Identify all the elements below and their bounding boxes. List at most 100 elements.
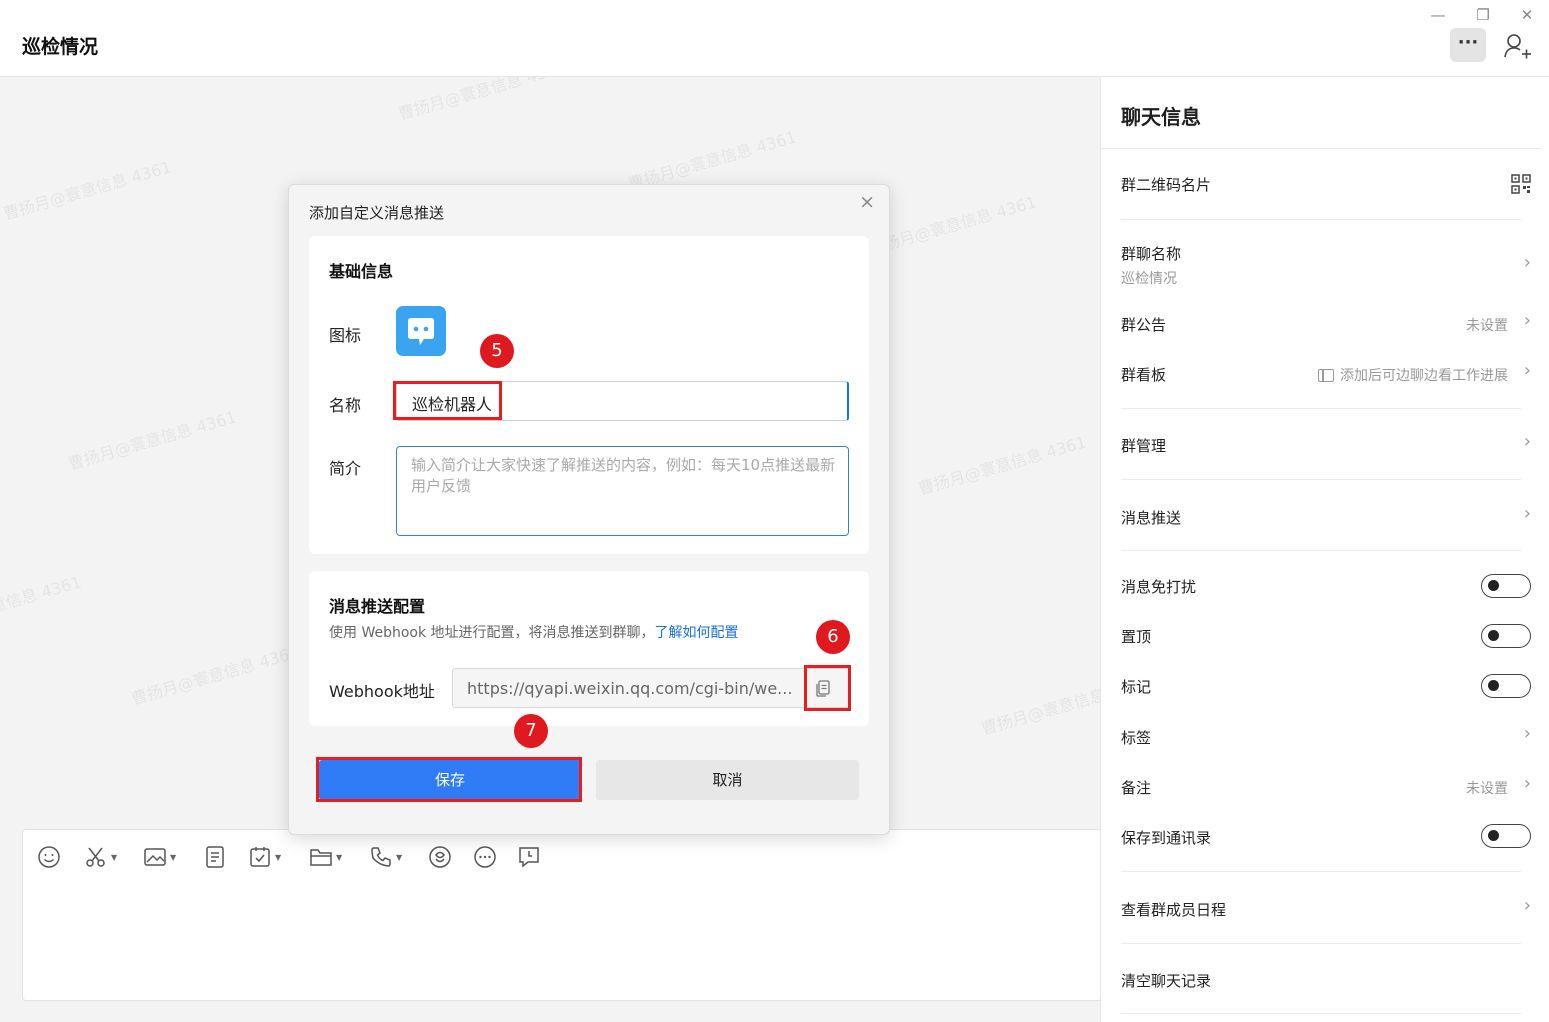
watermark: 曹扬月@寰意信息 4361 xyxy=(396,77,569,124)
dnd-toggle[interactable] xyxy=(1481,574,1531,598)
add-member-icon[interactable] xyxy=(1502,31,1532,61)
step-6-badge: 6 xyxy=(816,620,850,654)
divider xyxy=(1121,1013,1521,1014)
mark-label: 标记 xyxy=(1121,678,1152,696)
panel-title: 聊天信息 xyxy=(1121,105,1201,129)
divider xyxy=(1121,943,1521,944)
chat-title: 巡检情况 xyxy=(22,36,99,58)
chevron-down-icon: ▼ xyxy=(396,852,403,862)
scissors-icon xyxy=(86,847,105,867)
save-contacts-toggle[interactable] xyxy=(1481,824,1531,848)
push-config-desc: 使用 Webhook 地址进行配置，将消息推送到群聊，了解如何配置 xyxy=(329,622,739,642)
announcement-label[interactable]: 群公告 xyxy=(1121,314,1166,335)
tags-label[interactable]: 标签 xyxy=(1121,727,1151,748)
board-value: 添加后可边聊边看工作进展 xyxy=(1318,365,1508,385)
emoji-icon xyxy=(38,846,60,868)
meeting-icon xyxy=(429,846,451,868)
chevron-right-icon[interactable]: › xyxy=(1524,895,1531,916)
chevron-right-icon[interactable]: › xyxy=(1524,431,1531,452)
chevron-right-icon[interactable]: › xyxy=(1524,773,1531,794)
intro-textarea[interactable]: 输入简介让大家快速了解推送的内容，例如：每天10点推送最新用户反馈 xyxy=(396,446,849,536)
cancel-button[interactable]: 取消 xyxy=(596,760,859,800)
chevron-down-icon: ▼ xyxy=(336,852,343,862)
emoji-tool[interactable] xyxy=(37,843,61,871)
chat-history-icon xyxy=(519,847,539,868)
divider xyxy=(1121,219,1521,220)
meeting-tool[interactable] xyxy=(428,843,452,871)
remark-label[interactable]: 备注 xyxy=(1121,777,1151,798)
clear-history-label[interactable]: 清空聊天记录 xyxy=(1121,970,1211,991)
chat-bubble-icon xyxy=(408,318,434,345)
divider xyxy=(1121,408,1521,409)
intro-label: 简介 xyxy=(329,459,362,478)
watermark: 曹扬月@寰意信息 4361 xyxy=(979,672,1100,739)
divider xyxy=(1121,550,1521,551)
webhook-label: Webhook地址 xyxy=(329,682,435,701)
image-tool[interactable]: ▼ xyxy=(143,843,176,871)
qr-card-label[interactable]: 群二维码名片 xyxy=(1121,174,1211,195)
robot-app-icon[interactable] xyxy=(396,306,446,356)
save-contacts-label: 保存到通讯录 xyxy=(1121,829,1212,847)
chevron-down-icon: ▼ xyxy=(170,852,177,862)
close-icon[interactable]: × xyxy=(859,191,875,213)
chevron-right-icon[interactable]: › xyxy=(1524,723,1531,744)
remark-value: 未设置 xyxy=(1466,781,1508,797)
highlight-name-input xyxy=(393,381,502,420)
call-tool[interactable]: ▼ xyxy=(369,843,402,871)
divider xyxy=(1121,479,1521,480)
title-bar: 巡检情况 — ❐ ✕ ··· xyxy=(0,0,1549,77)
dialog-title: 添加自定义消息推送 xyxy=(309,204,445,222)
push-config-title: 消息推送配置 xyxy=(329,597,426,616)
watermark: 曹扬月@寰意信息 4361 xyxy=(0,572,84,639)
how-to-config-link[interactable]: 了解如何配置 xyxy=(655,625,739,641)
history-tool[interactable] xyxy=(517,843,541,871)
group-name-value: 巡检情况 xyxy=(1121,271,1177,287)
chevron-right-icon[interactable]: › xyxy=(1524,310,1531,331)
board-hint: 添加后可边聊边看工作进展 xyxy=(1340,368,1508,384)
step-7-badge: 7 xyxy=(514,714,548,748)
member-schedule-label[interactable]: 查看群成员日程 xyxy=(1121,899,1226,920)
pin-toggle[interactable] xyxy=(1481,624,1531,648)
screenshot-tool[interactable]: ▼ xyxy=(84,843,117,871)
message-push-label[interactable]: 消息推送 xyxy=(1121,507,1181,528)
image-icon xyxy=(144,848,166,866)
watermark: 曹扬月@寰意信息 4361 xyxy=(866,192,1039,259)
minimize-icon[interactable]: — xyxy=(1427,4,1449,26)
pin-label: 置顶 xyxy=(1121,628,1152,646)
board-label[interactable]: 群看板 xyxy=(1121,364,1166,385)
schedule-tool[interactable]: ▼ xyxy=(248,843,281,871)
more-dots-icon xyxy=(474,846,496,868)
basic-info-title: 基础信息 xyxy=(329,262,394,281)
highlight-save-button xyxy=(316,757,582,802)
folder-tool[interactable]: ▼ xyxy=(309,843,342,871)
qr-code-icon[interactable] xyxy=(1511,174,1531,194)
mark-toggle[interactable] xyxy=(1481,674,1531,698)
chevron-right-icon[interactable]: › xyxy=(1524,360,1531,381)
board-icon xyxy=(1318,369,1334,382)
document-icon xyxy=(206,846,224,868)
chevron-right-icon[interactable]: › xyxy=(1524,252,1531,273)
calendar-check-icon xyxy=(250,847,270,867)
chevron-down-icon: ▼ xyxy=(111,852,118,862)
watermark: 曹扬月@寰意信息 4361 xyxy=(916,432,1089,499)
folder-icon xyxy=(310,849,332,866)
message-input[interactable] xyxy=(22,829,1102,1001)
phone-icon xyxy=(371,847,391,867)
dnd-label: 消息免打扰 xyxy=(1121,578,1197,596)
add-message-push-dialog: 添加自定义消息推送 × 基础信息 图标 名称 巡检机器人 简介 输入简介让大家快… xyxy=(288,184,890,835)
webhook-field[interactable]: https://qyapi.weixin.qq.com/cgi-bin/we..… xyxy=(452,668,849,708)
announcement-value: 未设置 xyxy=(1466,318,1508,334)
restore-icon[interactable]: ❐ xyxy=(1472,4,1494,26)
config-desc-text: 使用 Webhook 地址进行配置，将消息推送到群聊， xyxy=(329,625,655,641)
more-button[interactable]: ··· xyxy=(1450,28,1486,62)
divider xyxy=(1101,148,1541,149)
chevron-right-icon[interactable]: › xyxy=(1524,503,1531,524)
group-name-label[interactable]: 群聊名称 xyxy=(1121,243,1181,264)
push-config-card: 消息推送配置 使用 Webhook 地址进行配置，将消息推送到群聊，了解如何配置… xyxy=(309,571,869,726)
webhook-value: https://qyapi.weixin.qq.com/cgi-bin/we..… xyxy=(467,679,793,698)
more-tools[interactable] xyxy=(473,843,497,871)
close-icon[interactable]: ✕ xyxy=(1516,4,1538,26)
group-manage-label[interactable]: 群管理 xyxy=(1121,435,1166,456)
document-tool[interactable] xyxy=(203,843,227,871)
watermark: 曹扬月@寰意信息 4361 xyxy=(129,642,302,709)
